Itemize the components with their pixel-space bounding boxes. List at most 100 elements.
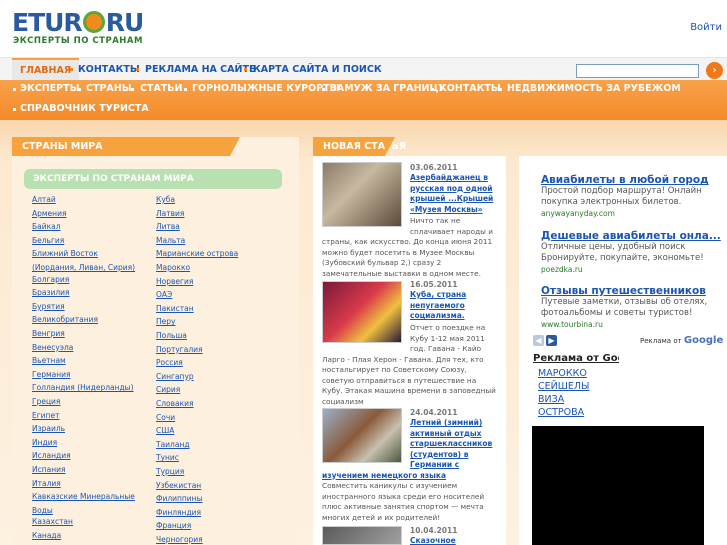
nav-articles[interactable]: СТАТЬИ: [140, 80, 182, 98]
article-title[interactable]: Германии с: [410, 460, 459, 471]
ad-url[interactable]: www.tourbina.ru: [541, 320, 603, 329]
site-logo[interactable]: ETUR RU ЭКСПЕРТЫ ПО СТРАНАМ: [12, 10, 162, 47]
article-title[interactable]: активный отдых: [410, 429, 482, 440]
country-link[interactable]: Узбекистан: [156, 481, 201, 491]
google-ad-link[interactable]: СЕЙШЕЛЫ: [538, 381, 589, 392]
ad-url[interactable]: poezdka.ru: [541, 265, 583, 274]
country-link[interactable]: Мальта: [156, 236, 185, 246]
top-nav-advertising[interactable]: РЕКЛАМА НА САЙТЕ: [145, 58, 255, 82]
top-nav-sitemap-search[interactable]: КАРТА САЙТА И ПОИСК: [253, 58, 382, 82]
video-player[interactable]: [532, 426, 704, 545]
article-thumbnail[interactable]: [322, 526, 402, 545]
nav-countries[interactable]: СТРАНЫ: [86, 80, 132, 98]
country-link[interactable]: Словакия: [156, 399, 194, 409]
country-link[interactable]: Латвия: [156, 209, 184, 219]
google-ad-link[interactable]: МАРОККО: [538, 368, 587, 379]
country-link[interactable]: Тунис: [156, 453, 179, 463]
top-nav-contacts[interactable]: КОНТАКТЫ: [78, 58, 140, 82]
country-link[interactable]: Венесуэла: [32, 343, 73, 353]
article-title[interactable]: старшеклассников: [410, 439, 492, 450]
country-link[interactable]: Норвегия: [156, 277, 193, 287]
nav-tourist-guide[interactable]: СПРАВОЧНИК ТУРИСТА: [20, 100, 149, 118]
country-link[interactable]: Таиланд: [156, 440, 190, 450]
country-link[interactable]: Россия: [156, 358, 183, 368]
article-title[interactable]: изучением немецкого языка: [322, 471, 446, 482]
article-title[interactable]: непугаемого: [410, 301, 465, 312]
country-link[interactable]: Италия: [32, 479, 61, 489]
country-link[interactable]: Казахстан: [32, 517, 73, 527]
experts-by-country-button[interactable]: ЭКСПЕРТЫ ПО СТРАНАМ МИРА: [24, 169, 282, 189]
country-link[interactable]: Германия: [32, 370, 71, 380]
article-thumbnail[interactable]: [322, 281, 402, 343]
country-link[interactable]: Голландия (Нидерланды): [32, 383, 134, 393]
country-link[interactable]: Алтай: [32, 195, 56, 205]
country-link[interactable]: Марианские острова: [156, 249, 238, 259]
country-link[interactable]: Кавказские Минеральные: [32, 492, 135, 502]
country-link[interactable]: Израиль: [32, 424, 65, 434]
country-link[interactable]: Байкал: [32, 222, 61, 232]
nav-marry-abroad[interactable]: ЗАМУЖ ЗА ГРАНИЦУ: [330, 80, 446, 98]
country-link[interactable]: Армения: [32, 209, 66, 219]
country-link[interactable]: США: [156, 426, 174, 436]
country-link[interactable]: Венгрия: [32, 329, 65, 339]
country-link[interactable]: Черногория: [156, 535, 203, 545]
country-link[interactable]: Ближний Восток: [32, 249, 98, 259]
country-link[interactable]: Греция: [32, 397, 60, 407]
country-link[interactable]: Великобритания: [32, 315, 98, 325]
article-thumbnail[interactable]: [322, 162, 402, 227]
ad-title-link[interactable]: Отзывы путешественников: [541, 285, 706, 297]
country-link[interactable]: (Иордания, Ливан, Сирия): [32, 263, 135, 273]
article-title[interactable]: Азербайджанец в: [410, 173, 488, 184]
country-link[interactable]: Франция: [156, 521, 191, 531]
article-title[interactable]: крышей ...Крышей: [410, 194, 493, 205]
nav-real-estate[interactable]: НЕДВИЖИМОСТЬ ЗА РУБЕЖОМ: [507, 80, 681, 98]
country-link[interactable]: Сочи: [156, 413, 175, 423]
country-link[interactable]: Перу: [156, 317, 175, 327]
country-link[interactable]: Бельгия: [32, 236, 64, 246]
google-ad-link[interactable]: ОСТРОВА: [538, 407, 584, 418]
nav-ski-resorts[interactable]: ГОРНОЛЫЖНЫЕ КУРОРТЫ: [192, 80, 340, 98]
country-link[interactable]: Финляндия: [156, 508, 201, 518]
country-link[interactable]: Марокко: [156, 263, 190, 273]
article-title[interactable]: «Музея Москвы»: [410, 205, 483, 216]
country-link[interactable]: Сирия: [156, 385, 180, 395]
country-link[interactable]: Испания: [32, 465, 66, 475]
country-link[interactable]: Польша: [156, 331, 187, 341]
ads-by-google[interactable]: Реклама от Google: [640, 335, 723, 346]
country-link[interactable]: ОАЭ: [156, 290, 172, 300]
article-title[interactable]: (студентов) в: [410, 450, 468, 461]
country-link[interactable]: Бурятия: [32, 302, 65, 312]
article-thumbnail[interactable]: [322, 408, 402, 463]
country-link[interactable]: Бразилия: [32, 288, 70, 298]
country-link[interactable]: Исландия: [32, 451, 71, 461]
country-link[interactable]: Филиппины: [156, 494, 203, 504]
ad-url[interactable]: anywayanyday.com: [541, 209, 615, 218]
article-title[interactable]: Летний (зимний): [410, 418, 482, 429]
search-input[interactable]: [576, 64, 699, 78]
article-title[interactable]: русская под одной: [410, 184, 493, 195]
country-link[interactable]: Канада: [32, 531, 61, 541]
google-ad-link[interactable]: ВИЗА: [538, 394, 564, 405]
country-link[interactable]: Воды: [32, 506, 53, 516]
country-link[interactable]: Болгария: [32, 275, 69, 285]
country-link[interactable]: Пакистан: [156, 304, 194, 314]
country-link[interactable]: Египет: [32, 411, 59, 421]
prev-arrow-icon[interactable]: ◀: [533, 335, 544, 346]
country-link[interactable]: Сингапур: [156, 372, 194, 382]
article-title[interactable]: Сказочное: [410, 536, 456, 545]
nav-experts[interactable]: ЭКСПЕРТЫ: [20, 80, 79, 98]
nav-contacts[interactable]: КОНТАКТЫ: [439, 80, 501, 98]
ad-title-link[interactable]: Дешевые авиабилеты онла...: [541, 230, 721, 242]
article-title[interactable]: социализма.: [410, 311, 465, 322]
country-link[interactable]: Литва: [156, 222, 180, 232]
country-link[interactable]: Португалия: [156, 345, 203, 355]
country-link[interactable]: Турция: [156, 467, 184, 477]
country-link[interactable]: Индия: [32, 438, 57, 448]
country-link[interactable]: Вьетнам: [32, 356, 66, 366]
next-arrow-icon[interactable]: ▶: [546, 335, 557, 346]
login-link[interactable]: Войти: [690, 22, 722, 33]
country-link[interactable]: Куба: [156, 195, 175, 205]
article-title[interactable]: Куба, страна: [410, 290, 466, 301]
ad-title-link[interactable]: Авиабилеты в любой город: [541, 174, 709, 186]
search-button[interactable]: ›: [706, 62, 723, 79]
